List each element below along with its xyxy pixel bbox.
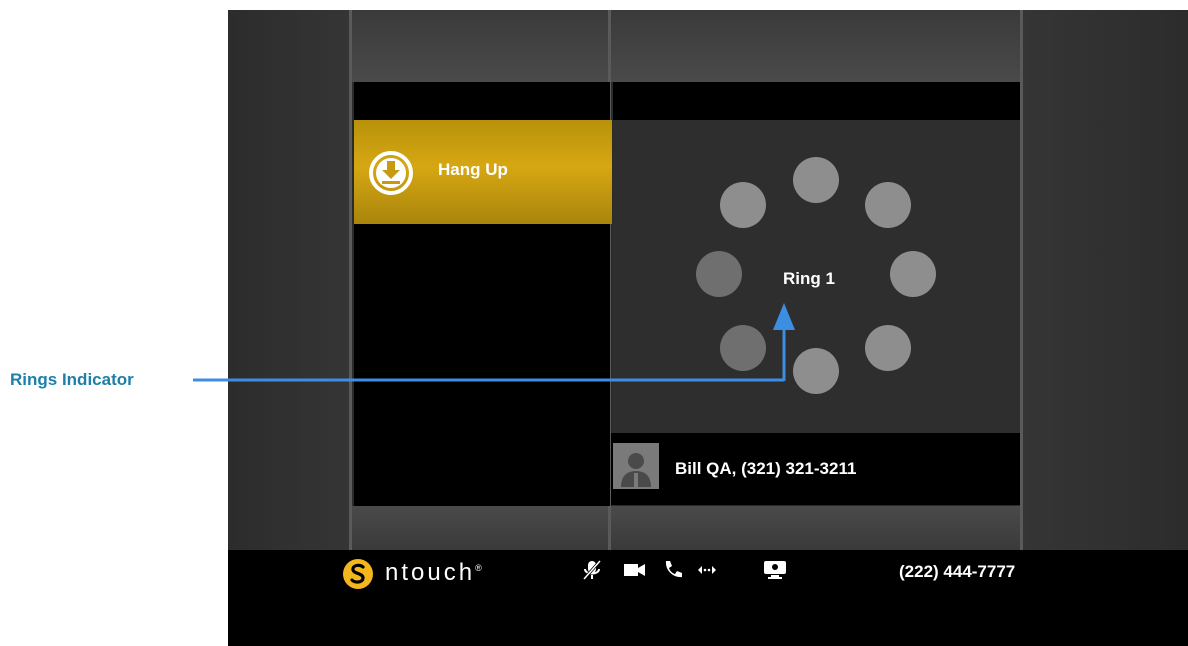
rings-indicator: Ring 1 <box>613 120 1020 433</box>
ring-count-label: Ring 1 <box>783 269 835 288</box>
video-camera-icon[interactable] <box>622 559 648 581</box>
ring-dot-bottom <box>793 348 839 394</box>
ring-dot-top-left <box>720 182 766 228</box>
hang-up-label: Hang Up <box>438 160 508 179</box>
right-margin <box>1022 10 1188 550</box>
contact-name: Bill QA, (321) 321-3211 <box>675 459 857 478</box>
call-actions-panel: Hang Up <box>354 82 612 506</box>
divider-left <box>349 10 352 550</box>
download-circle-icon <box>369 151 413 195</box>
call-actions-header <box>354 82 610 120</box>
ring-dot-bottom-right <box>865 325 911 371</box>
video-phone-screen: Hang Up Ring 1 Bill QA, (321) 321-3211 n… <box>228 10 1188 646</box>
monitor-icon[interactable] <box>762 559 788 581</box>
transfer-icon[interactable] <box>694 559 720 581</box>
contact-avatar-icon <box>613 443 659 489</box>
brand-text: ntouch <box>385 559 476 586</box>
rings-indicator-callout-label: Rings Indicator <box>10 370 134 389</box>
phone-icon[interactable] <box>660 559 686 581</box>
ring-dot-top <box>793 157 839 203</box>
bottom-band <box>350 506 1022 550</box>
ntouch-brand: ntouch® <box>385 559 482 587</box>
my-phone-number: (222) 444-7777 <box>899 562 1016 581</box>
ring-dot-top-right <box>865 182 911 228</box>
call-header-bar <box>613 82 1020 120</box>
ring-dot-right <box>890 251 936 297</box>
contact-bar: Bill QA, (321) 321-3211 <box>611 433 1020 505</box>
mic-muted-icon[interactable] <box>580 559 606 581</box>
ring-dot-left <box>696 251 742 297</box>
taskbar: ntouch® (222) 444-7777 <box>228 550 1188 646</box>
brand-mark: ® <box>475 563 482 573</box>
sorenson-logo-icon <box>343 559 373 589</box>
ring-dot-bottom-left <box>720 325 766 371</box>
hang-up-button[interactable]: Hang Up <box>354 120 612 224</box>
left-margin <box>228 10 350 550</box>
divider-right <box>1020 10 1023 550</box>
top-band <box>350 10 1022 82</box>
